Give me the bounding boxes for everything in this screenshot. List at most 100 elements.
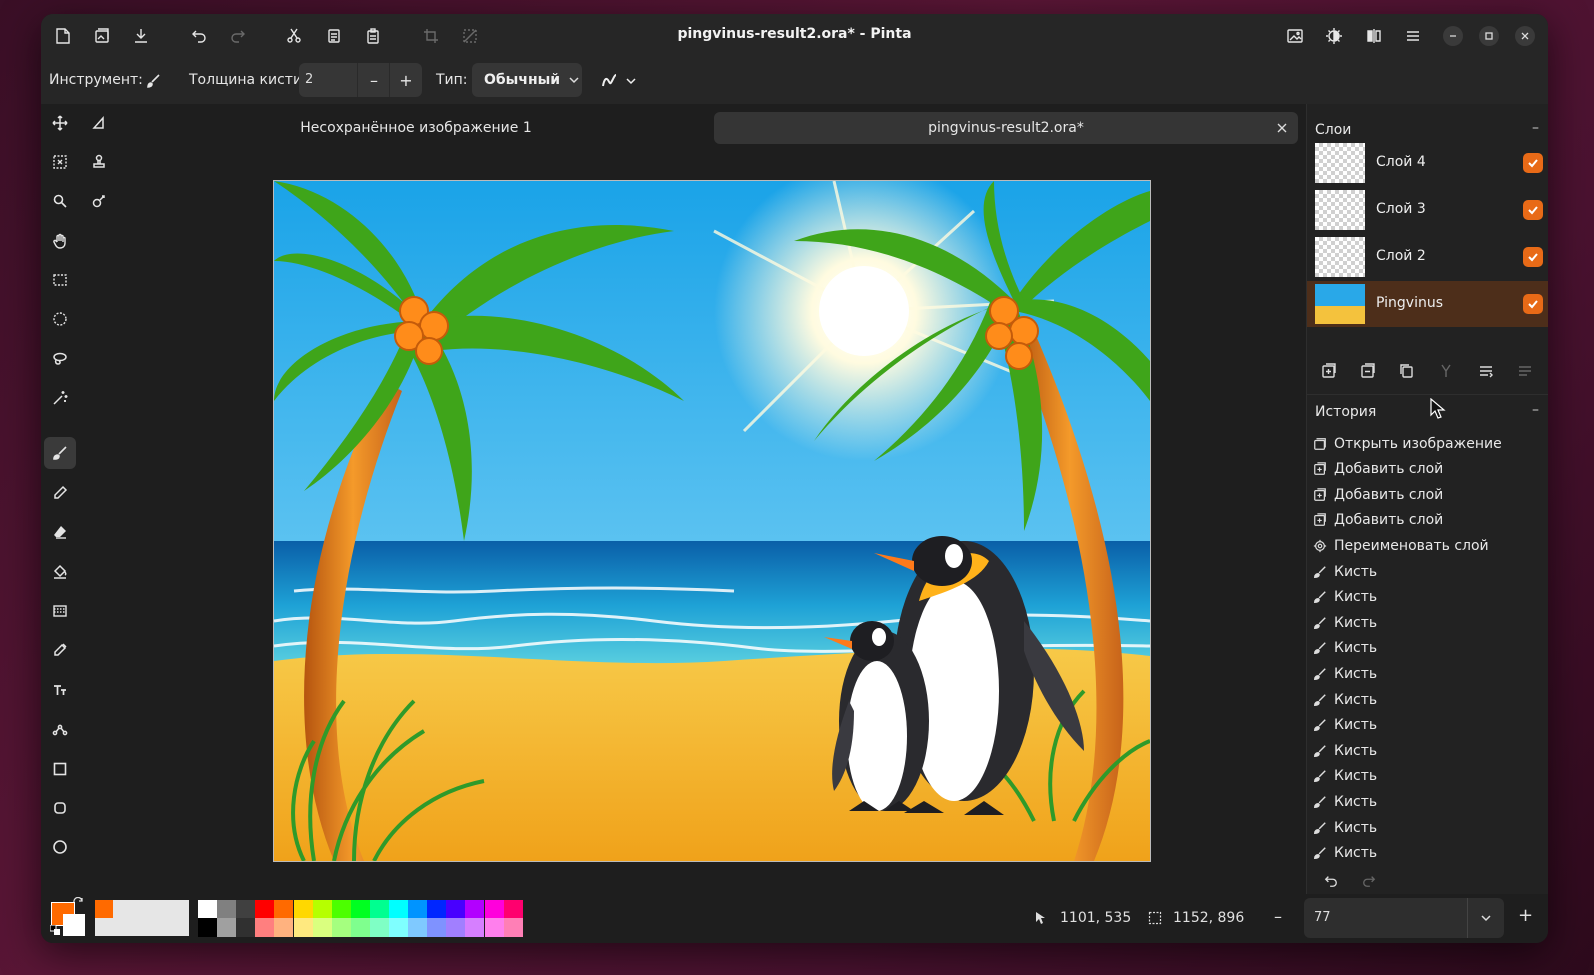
- palette-swatch[interactable]: [369, 900, 389, 919]
- zoom-icon[interactable]: [44, 185, 76, 217]
- color-picker-icon[interactable]: [44, 634, 76, 666]
- close-tab-icon[interactable]: [1274, 120, 1290, 136]
- palette-swatch[interactable]: [274, 918, 294, 937]
- eraser-icon[interactable]: [44, 516, 76, 548]
- brush-width-input[interactable]: 2: [299, 63, 357, 97]
- reset-colors-icon[interactable]: [49, 924, 61, 936]
- effects-icon[interactable]: [1322, 24, 1346, 48]
- pencil-icon[interactable]: [44, 477, 76, 509]
- brush-width-decrease-button[interactable]: –: [357, 63, 390, 97]
- recent-color-swatch[interactable]: [95, 900, 113, 918]
- history-item[interactable]: Кисть: [1312, 738, 1377, 763]
- palette-swatch[interactable]: [236, 918, 256, 937]
- clone-stamp-icon[interactable]: [83, 146, 115, 178]
- text-icon[interactable]: [44, 674, 76, 706]
- rectangle-select-icon[interactable]: [44, 264, 76, 296]
- palette-swatch[interactable]: [446, 900, 466, 919]
- minimize-icon[interactable]: [1443, 26, 1463, 46]
- palette-swatch[interactable]: [293, 900, 313, 919]
- tab-pingvinus[interactable]: pingvinus-result2.ora*: [714, 112, 1298, 144]
- palette-swatch[interactable]: [484, 918, 504, 937]
- history-item[interactable]: Кисть: [1312, 815, 1377, 840]
- palette-swatch[interactable]: [236, 900, 256, 919]
- history-item[interactable]: Кисть: [1312, 636, 1377, 661]
- history-item[interactable]: Добавить слой: [1312, 508, 1443, 533]
- pan-icon[interactable]: [44, 225, 76, 257]
- palette-swatch[interactable]: [293, 918, 313, 937]
- recent-colors[interactable]: [95, 900, 189, 936]
- layer-row-2[interactable]: Слой 2: [1307, 234, 1548, 280]
- history-item[interactable]: Добавить слой: [1312, 482, 1443, 507]
- palette-swatch[interactable]: [408, 918, 428, 937]
- palette-swatch[interactable]: [331, 918, 351, 937]
- rectangle-icon[interactable]: [44, 753, 76, 785]
- history-item[interactable]: Переименовать слой: [1312, 533, 1489, 558]
- brush-type-dropdown[interactable]: Обычный: [472, 63, 582, 97]
- history-item[interactable]: Кисть: [1312, 559, 1377, 584]
- palette-swatch[interactable]: [408, 900, 428, 919]
- palette-swatch[interactable]: [465, 918, 485, 937]
- select-icon[interactable]: [44, 146, 76, 178]
- recolor-icon[interactable]: [83, 185, 115, 217]
- palette-swatch[interactable]: [427, 900, 447, 919]
- layer-row-4[interactable]: Слой 4: [1307, 140, 1548, 186]
- history-item[interactable]: Кисть: [1312, 713, 1377, 738]
- palette-swatch[interactable]: [312, 918, 332, 937]
- current-tool-paintbrush-icon[interactable]: [144, 71, 164, 91]
- history-undo-icon[interactable]: [1319, 869, 1343, 893]
- palette-swatch[interactable]: [484, 900, 504, 919]
- layers-panel-collapse-button[interactable]: –: [1532, 120, 1539, 136]
- palette-swatch[interactable]: [446, 918, 466, 937]
- palette-swatch[interactable]: [312, 900, 332, 919]
- line-curve-icon[interactable]: [44, 713, 76, 745]
- delete-layer-icon[interactable]: [1356, 359, 1380, 383]
- zoom-out-button[interactable]: –: [1274, 907, 1282, 926]
- history-item[interactable]: Добавить слой: [1312, 457, 1443, 482]
- maximize-icon[interactable]: [1479, 26, 1499, 46]
- image-canvas[interactable]: [273, 180, 1151, 862]
- swap-colors-icon[interactable]: [71, 896, 85, 910]
- history-item[interactable]: Кисть: [1312, 687, 1377, 712]
- brush-width-increase-button[interactable]: +: [389, 63, 422, 97]
- layer-visibility-checkbox[interactable]: [1523, 294, 1543, 314]
- zoom-in-button[interactable]: +: [1518, 905, 1533, 926]
- paint-bucket-icon[interactable]: [44, 555, 76, 587]
- ellipse-select-icon[interactable]: [44, 303, 76, 335]
- merge-layer-down-icon[interactable]: [1434, 359, 1458, 383]
- layer-visibility-checkbox[interactable]: [1523, 153, 1543, 173]
- magic-wand-icon[interactable]: [44, 382, 76, 414]
- palette-swatch[interactable]: [350, 918, 370, 937]
- palette-swatch[interactable]: [503, 900, 523, 919]
- palette-swatch[interactable]: [369, 918, 389, 937]
- palette-swatch[interactable]: [427, 918, 447, 937]
- rounded-rectangle-icon[interactable]: [44, 792, 76, 824]
- duplicate-layer-icon[interactable]: [1395, 359, 1419, 383]
- add-layer-icon[interactable]: [1317, 359, 1341, 383]
- tab-unsaved-image[interactable]: Несохранённое изображение 1: [191, 112, 641, 144]
- layer-row-pingvinus[interactable]: Pingvinus: [1307, 281, 1548, 327]
- history-item[interactable]: Кисть: [1312, 610, 1377, 635]
- palette-swatch[interactable]: [217, 900, 237, 919]
- history-item[interactable]: Кисть: [1312, 841, 1377, 866]
- layer-row-3[interactable]: Слой 3: [1307, 187, 1548, 233]
- history-item[interactable]: Кисть: [1312, 585, 1377, 610]
- antialiasing-dropdown[interactable]: [597, 70, 641, 92]
- move-selection-icon[interactable]: [83, 107, 115, 139]
- palette-swatch[interactable]: [503, 918, 523, 937]
- secondary-color-swatch[interactable]: [63, 914, 85, 936]
- lasso-select-icon[interactable]: [44, 343, 76, 375]
- image-menu-icon[interactable]: [1362, 24, 1386, 48]
- zoom-input[interactable]: 77: [1304, 898, 1467, 938]
- palette-swatch[interactable]: [198, 900, 217, 919]
- palette-swatch[interactable]: [350, 900, 370, 919]
- palette-swatch[interactable]: [255, 900, 275, 919]
- history-panel-collapse-button[interactable]: –: [1532, 402, 1539, 418]
- history-item[interactable]: Кисть: [1312, 661, 1377, 686]
- ellipse-icon[interactable]: [44, 831, 76, 863]
- history-item[interactable]: Кисть: [1312, 764, 1377, 789]
- gradient-icon[interactable]: [44, 595, 76, 627]
- move-layer-icon[interactable]: [1513, 359, 1537, 383]
- history-item[interactable]: Открыть изображение: [1312, 431, 1502, 456]
- adjustments-icon[interactable]: [1283, 24, 1307, 48]
- history-redo-icon[interactable]: [1357, 869, 1381, 893]
